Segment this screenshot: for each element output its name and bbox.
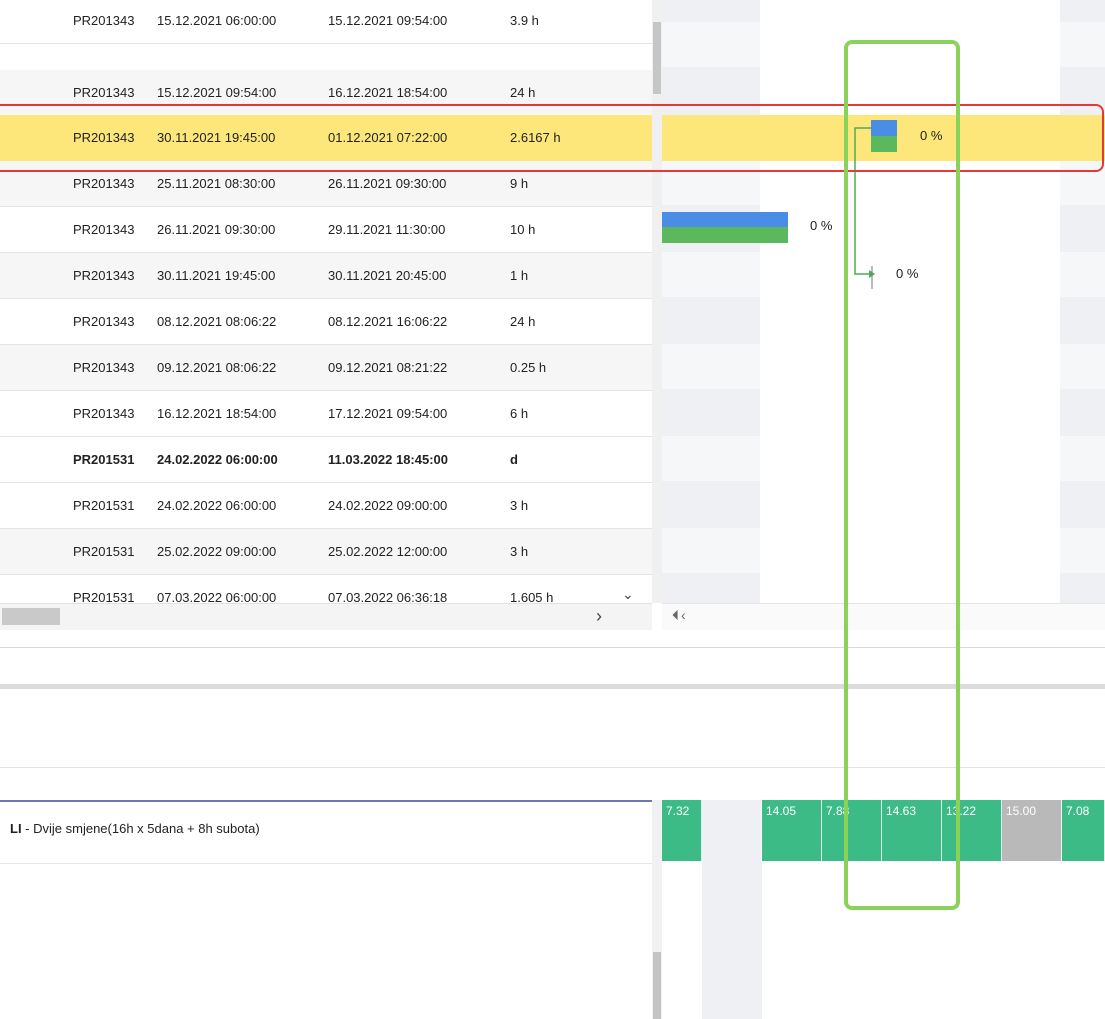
- task-code: PR201531: [73, 498, 135, 513]
- end-date: 24.02.2022 09:00:00: [328, 498, 448, 513]
- duration: 6 h: [510, 406, 529, 421]
- grid-vertical-scroll-thumb[interactable]: [653, 22, 661, 94]
- grid-row[interactable]: PR201343 08.12.2021 08:06:22 08.12.2021 16…: [0, 299, 652, 345]
- duration: 0.25 h: [510, 360, 547, 375]
- grid-row[interactable]: PR201531 25.02.2022 09:00:00 25.02.2022 12…: [0, 529, 652, 575]
- duration: 10 h: [510, 222, 536, 237]
- start-date: 08.12.2021 08:06:22: [157, 314, 277, 329]
- duration: d: [510, 452, 518, 467]
- resource-name: LI - Dvije smjene(16h x 5dana + 8h subot…: [10, 821, 260, 836]
- task-code: PR201343: [73, 314, 135, 329]
- task-code: PR201343: [73, 13, 135, 28]
- grid-row[interactable]: PR201343 15.12.2021 06:00:00 15.12.2021 09…: [0, 0, 652, 44]
- end-date: 11.03.2022 18:45:00: [328, 452, 448, 467]
- start-date: 25.02.2022 09:00:00: [157, 544, 277, 559]
- highlight-time-column: [844, 40, 960, 910]
- grid-row[interactable]: PR201531 24.02.2022 06:00:00 24.02.2022 09…: [0, 483, 652, 529]
- end-date: 07.03.2022 06:36:18: [328, 590, 448, 603]
- grid-row[interactable]: PR201343 16.12.2021 18:54:00 17.12.2021 09…: [0, 391, 652, 437]
- task-code: PR201343: [73, 268, 135, 283]
- start-date: 30.11.2021 19:45:00: [157, 268, 276, 283]
- duration: 3.9 h: [510, 13, 539, 28]
- start-date: 09.12.2021 08:06:22: [157, 360, 277, 375]
- scroll-down-icon[interactable]: ⌄: [622, 586, 634, 603]
- end-date: 15.12.2021 09:54:00: [328, 13, 448, 28]
- start-date: 24.02.2022 06:00:00: [157, 498, 277, 513]
- scroll-right-icon[interactable]: ›: [596, 606, 602, 627]
- resource-code: LI: [10, 821, 22, 836]
- end-date: 09.12.2021 08:21:22: [328, 360, 448, 375]
- duration: 3 h: [510, 498, 529, 513]
- resource-description: - Dvije smjene(16h x 5dana + 8h subota): [21, 821, 260, 836]
- task-grid: PR201343 15.12.2021 06:00:00 15.12.2021 09…: [0, 0, 652, 603]
- capacity-cell[interactable]: 15.00: [1002, 800, 1062, 861]
- start-date: 16.12.2021 18:54:00: [157, 406, 277, 421]
- task-code: PR201343: [73, 406, 135, 421]
- end-date: 08.12.2021 16:06:22: [328, 314, 448, 329]
- task-code: PR201531: [73, 590, 135, 603]
- task-code: PR201343: [73, 222, 135, 237]
- start-date: 15.12.2021 06:00:00: [157, 13, 277, 28]
- end-date: 17.12.2021 09:54:00: [328, 406, 448, 421]
- duration: 1.605 h: [510, 590, 554, 603]
- end-date: 25.02.2022 12:00:00: [328, 544, 448, 559]
- resource-vertical-scroll-thumb[interactable]: [653, 952, 661, 1019]
- task-code: PR201343: [73, 360, 135, 375]
- capacity-cell[interactable]: 7.32: [662, 800, 702, 861]
- grid-row[interactable]: PR201343 30.11.2021 19:45:00 30.11.2021 20…: [0, 253, 652, 299]
- start-date: 07.03.2022 06:00:00: [157, 590, 277, 603]
- grid-horizontal-scroll-thumb[interactable]: [2, 608, 60, 625]
- capacity-cell[interactable]: 14.05: [762, 800, 822, 861]
- duration: 24 h: [510, 314, 536, 329]
- start-date: 26.11.2021 09:30:00: [157, 222, 276, 237]
- end-date: 30.11.2021 20:45:00: [328, 268, 447, 283]
- task-bar[interactable]: [662, 227, 788, 243]
- grid-row[interactable]: PR201343 26.11.2021 09:30:00 29.11.2021 11…: [0, 207, 652, 253]
- start-date: 24.02.2022 06:00:00: [157, 452, 278, 467]
- gantt-scroll-left-icon[interactable]: ⏴‹: [672, 607, 688, 624]
- task-percent-label: 0 %: [810, 218, 833, 233]
- grid-row[interactable]: PR201531 07.03.2022 06:00:00 07.03.2022 06…: [0, 575, 652, 603]
- task-code: PR201531: [73, 544, 135, 559]
- grid-row[interactable]: PR201343 09.12.2021 08:06:22 09.12.2021 08…: [0, 345, 652, 391]
- capacity-cell[interactable]: 7.08: [1062, 800, 1105, 861]
- grid-row[interactable]: PR201531 24.02.2022 06:00:00 11.03.2022 18…: [0, 437, 652, 483]
- task-code: PR201531: [73, 452, 135, 467]
- duration: 3 h: [510, 544, 529, 559]
- capacity-cell[interactable]: [702, 800, 762, 861]
- end-date: 29.11.2021 11:30:00: [328, 222, 446, 237]
- duration: 1 h: [510, 268, 529, 283]
- grid-horizontal-scrollbar[interactable]: [0, 603, 652, 630]
- task-bar-progress[interactable]: [662, 212, 788, 227]
